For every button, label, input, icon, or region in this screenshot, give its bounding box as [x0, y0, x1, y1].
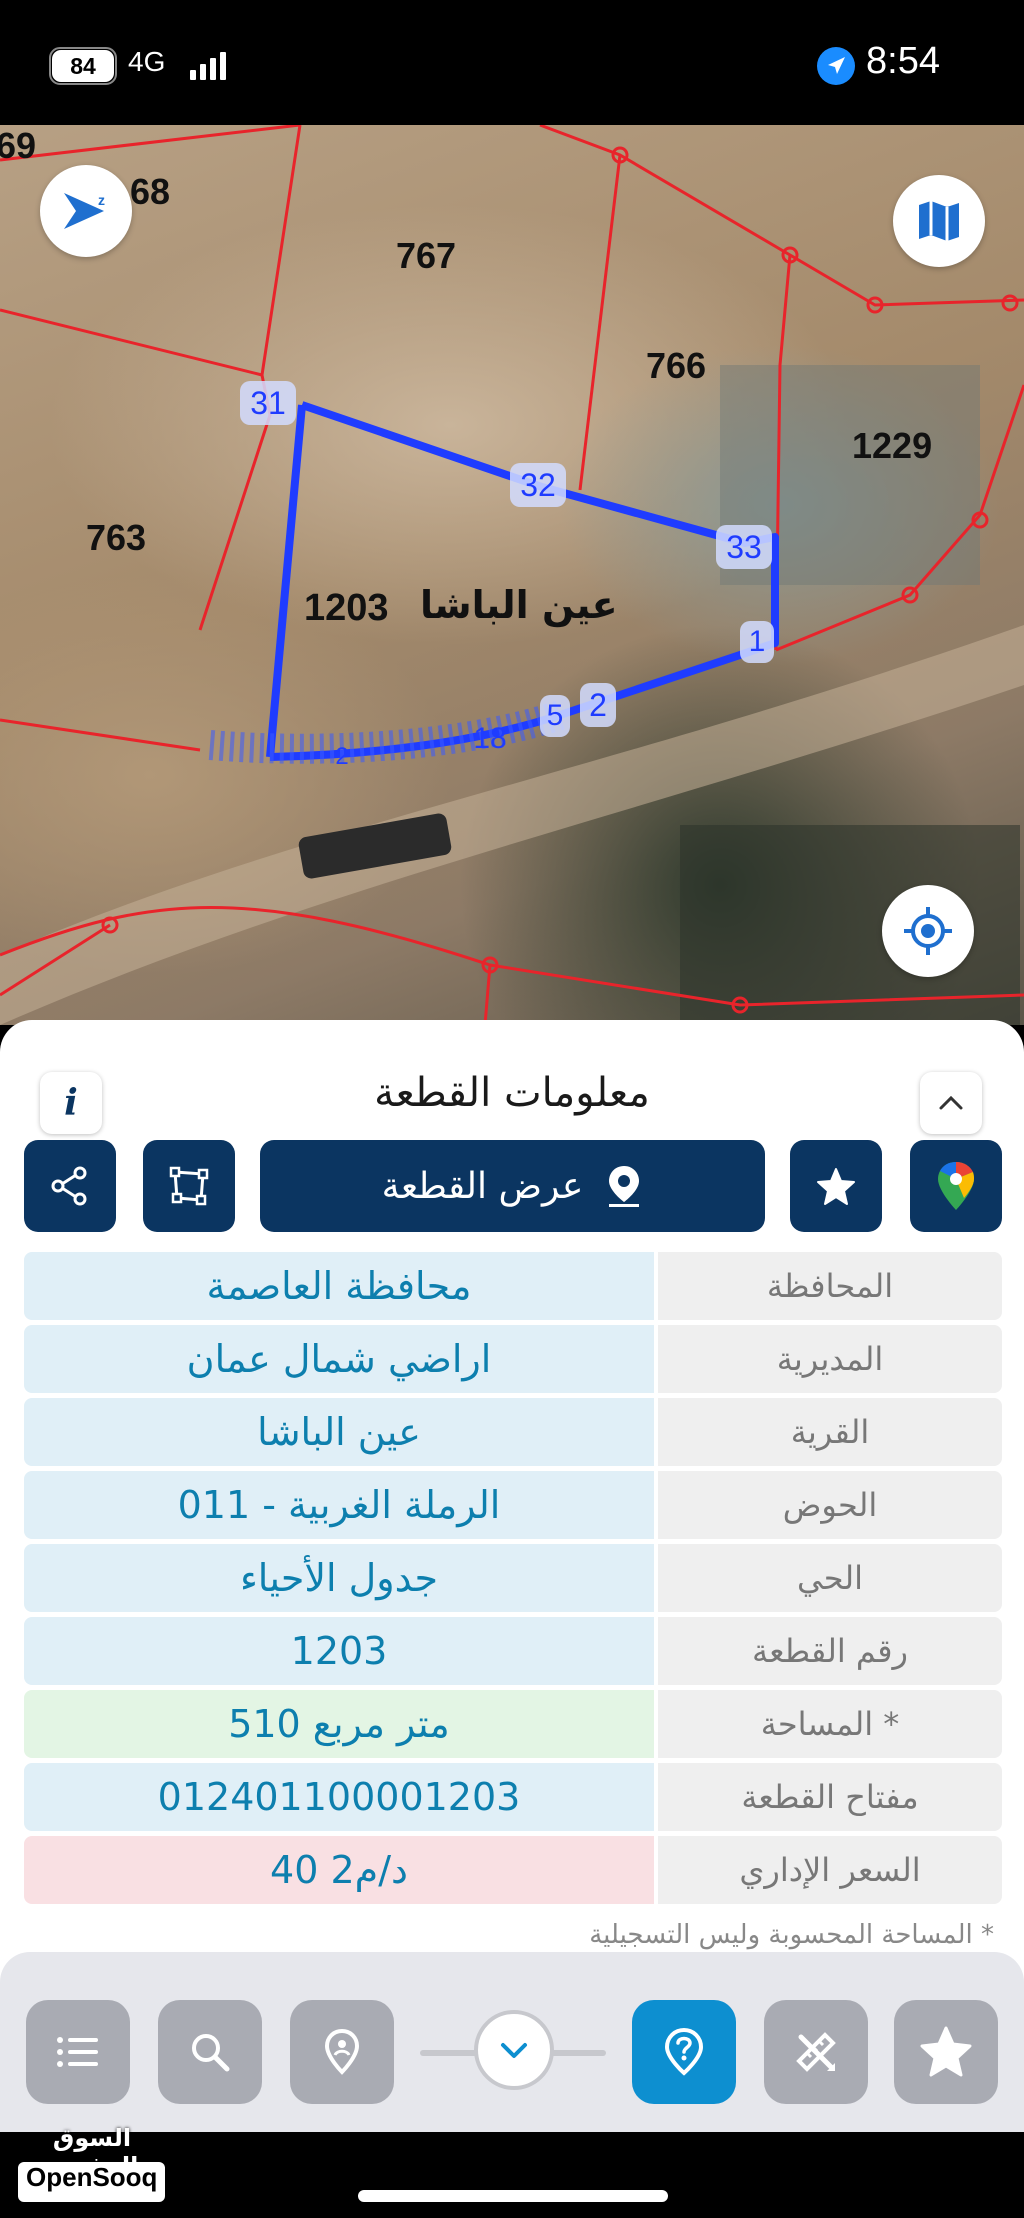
- info-label: المديرية: [658, 1325, 1002, 1393]
- selected-parcel-outline: [208, 401, 779, 764]
- vertex-label: 18: [473, 722, 507, 755]
- ruler-pencil-icon: [796, 2032, 836, 2072]
- list-icon: [57, 2037, 98, 2067]
- vertex-label: 1: [740, 621, 774, 663]
- info-value: 510 متر مربع: [24, 1690, 654, 1758]
- google-maps-icon: [938, 1162, 974, 1210]
- nav-expand-button[interactable]: [474, 2010, 554, 2090]
- show-parcel-label: عرض القطعة: [381, 1165, 584, 1207]
- info-value: اراضي شمال عمان: [24, 1325, 654, 1393]
- map-overlay: [0, 125, 1024, 1025]
- watermark-english: OpenSooq: [18, 2162, 166, 2202]
- info-value: محافظة العاصمة: [24, 1252, 654, 1320]
- info-row-village: عين الباشا القرية: [24, 1398, 1002, 1466]
- info-value: الرملة الغربية - 011: [24, 1471, 654, 1539]
- area-footnote: * المساحة المحسوبة وليس التسجيلية: [589, 1920, 994, 1950]
- bottom-navigation: [0, 1952, 1024, 2132]
- place-pin-icon: [324, 2028, 360, 2075]
- vertex-label: 31: [240, 381, 296, 425]
- info-row-basin: الرملة الغربية - 011 الحوض: [24, 1471, 1002, 1539]
- polygon-button[interactable]: [143, 1140, 235, 1232]
- panel-header: i معلومات القطعة: [0, 1040, 1024, 1134]
- plot-label: 767: [396, 235, 457, 276]
- compass-button[interactable]: z: [40, 165, 132, 257]
- nav-list-button[interactable]: [26, 2000, 130, 2104]
- network-type: 4G: [128, 46, 166, 77]
- vertex-label: 2: [580, 683, 616, 727]
- nav-help-button[interactable]: [632, 2000, 736, 2104]
- plot-label: 1229: [852, 425, 933, 466]
- nav-tools-button[interactable]: [764, 2000, 868, 2104]
- info-value: 40 د/م2: [24, 1836, 654, 1904]
- location-arrow-icon: [817, 47, 855, 85]
- vertex-label: 32: [510, 463, 566, 507]
- info-label: الحوض: [658, 1471, 1002, 1539]
- info-label: رقم القطعة: [658, 1617, 1002, 1685]
- polygon-icon: [169, 1166, 209, 1206]
- battery-indicator: 84: [52, 50, 114, 82]
- info-value: 1203: [24, 1617, 654, 1685]
- nav-search-button[interactable]: [158, 2000, 262, 2104]
- chevron-down-icon: [501, 2043, 527, 2058]
- map-view[interactable]: 69 68 767 766 1229 763 1203 عين الباشا 3…: [0, 125, 1024, 1025]
- search-icon: [192, 2034, 230, 2072]
- selected-plot-village: عين الباشا: [420, 583, 618, 627]
- collapse-button[interactable]: [920, 1072, 982, 1134]
- clock: 8:54: [866, 40, 940, 82]
- star-icon: [920, 2026, 972, 2077]
- info-row-parcel-key: 012401100001203 مفتاح القطعة: [24, 1763, 1002, 1831]
- nav-place-button[interactable]: [290, 2000, 394, 2104]
- info-row-area: 510 متر مربع المساحة *: [24, 1690, 1002, 1758]
- map-layers-button[interactable]: [893, 175, 985, 267]
- svg-text:z: z: [98, 192, 105, 208]
- info-row-admin-price: 40 د/م2 السعر الإداري: [24, 1836, 1002, 1904]
- show-parcel-button[interactable]: عرض القطعة: [260, 1140, 765, 1232]
- plot-label: 763: [86, 517, 147, 558]
- info-value: 012401100001203: [24, 1763, 654, 1831]
- favorite-button[interactable]: [790, 1140, 882, 1232]
- info-label: السعر الإداري: [658, 1836, 1002, 1904]
- info-label: القرية: [658, 1398, 1002, 1466]
- star-icon: [817, 1168, 855, 1205]
- info-label: المحافظة: [658, 1252, 1002, 1320]
- parcel-info-table: محافظة العاصمة المحافظة اراضي شمال عمان …: [24, 1252, 1002, 1909]
- info-value: عين الباشا: [24, 1398, 654, 1466]
- share-icon: [51, 1166, 87, 1206]
- status-bar: 84 4G 8:54: [0, 0, 1024, 125]
- panel-title: معلومات القطعة: [374, 1070, 650, 1116]
- info-label: الحي: [658, 1544, 1002, 1612]
- crosshair-icon: [904, 907, 952, 955]
- plot-label: 68: [130, 171, 171, 212]
- vertex-label: 5: [540, 695, 570, 737]
- selected-plot-number: 1203: [304, 587, 389, 629]
- plot-label: 766: [646, 345, 707, 386]
- help-pin-icon: [664, 2027, 704, 2076]
- home-indicator[interactable]: [358, 2190, 668, 2202]
- google-maps-button[interactable]: [910, 1140, 1002, 1232]
- signal-icon: [190, 52, 226, 80]
- info-label: مفتاح القطعة: [658, 1763, 1002, 1831]
- info-row-governorate: محافظة العاصمة المحافظة: [24, 1252, 1002, 1320]
- info-row-neighborhood: جدول الأحياء الحي: [24, 1544, 1002, 1612]
- info-row-parcel-number: 1203 رقم القطعة: [24, 1617, 1002, 1685]
- map-pin-icon: [609, 1166, 640, 1207]
- vertex-label: 33: [716, 525, 772, 569]
- my-location-button[interactable]: [882, 885, 974, 977]
- plot-label: 69: [0, 125, 37, 166]
- opensooq-watermark: السوق المفتوح OpenSooq: [12, 2118, 172, 2218]
- info-value: جدول الأحياء: [24, 1544, 654, 1612]
- chevron-up-icon: [939, 1095, 963, 1110]
- compass-icon: z: [64, 192, 105, 229]
- info-row-directorate: اراضي شمال عمان المديرية: [24, 1325, 1002, 1393]
- nav-favorites-button[interactable]: [894, 2000, 998, 2104]
- info-label: المساحة *: [658, 1690, 1002, 1758]
- vertex-label: 2: [335, 743, 349, 770]
- share-button[interactable]: [24, 1140, 116, 1232]
- folded-map-icon: [919, 201, 959, 241]
